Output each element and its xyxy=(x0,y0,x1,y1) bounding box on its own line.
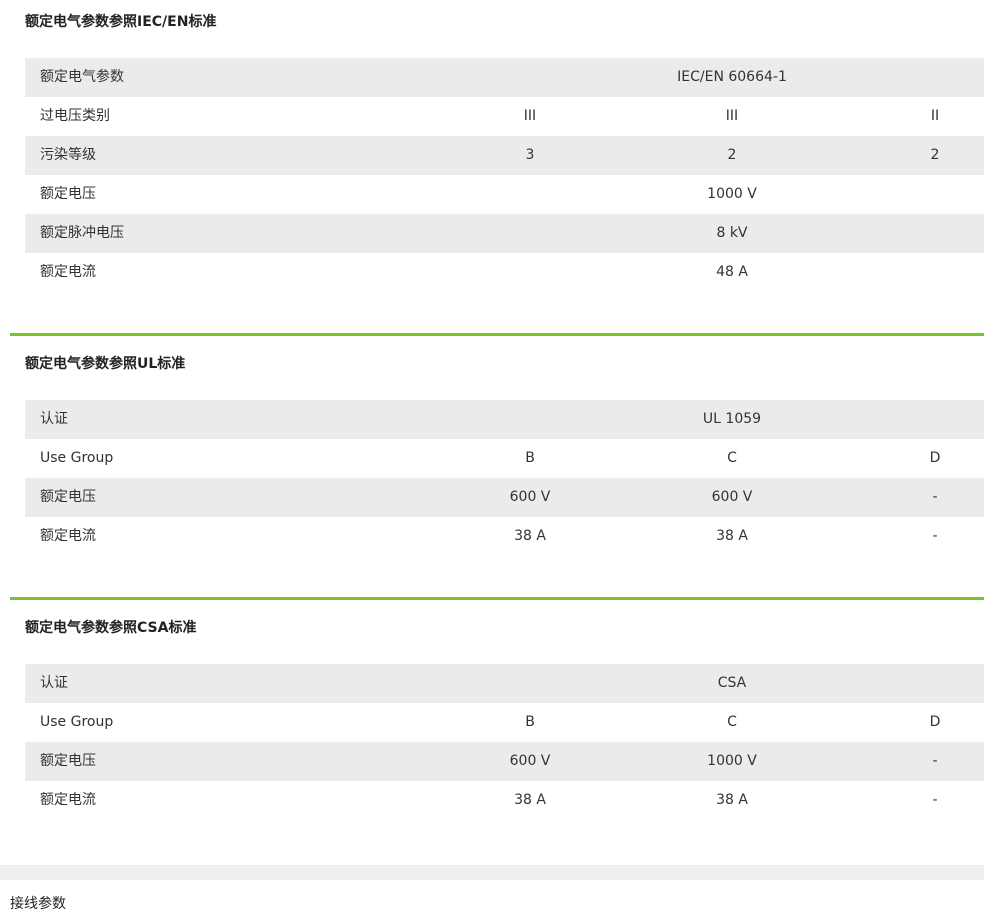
row-value-col3: - xyxy=(932,792,938,808)
row-value-col3: D xyxy=(929,450,941,466)
table-row: Use Group B C D xyxy=(25,439,984,478)
row-label: 认证 xyxy=(40,411,68,427)
table-row: 额定电压 600 V 600 V - xyxy=(25,478,984,517)
row-value-col1: 600 V xyxy=(509,753,551,769)
row-value-col2: 38 A xyxy=(716,528,748,544)
section-divider xyxy=(10,333,984,336)
row-value-col2: C xyxy=(727,450,737,466)
ul-section-title: 额定电气参数参照UL标准 xyxy=(25,356,186,372)
csa-spec-table: 认证 CSA Use Group B C D 额定电压 600 V 1000 V… xyxy=(25,664,984,820)
row-value-col3: 2 xyxy=(930,147,940,163)
row-value-col2: 600 V xyxy=(711,489,753,505)
row-value-col1: B xyxy=(525,450,535,466)
iec-spec-table: 额定电气参数 IEC/EN 60664-1 过电压类别 III III II 污… xyxy=(25,58,984,292)
table-row: 认证 CSA xyxy=(25,664,984,703)
row-label: 过电压类别 xyxy=(40,108,110,124)
row-label: Use Group xyxy=(40,450,114,466)
table-row: 额定电流 38 A 38 A - xyxy=(25,781,984,820)
section-separator-band xyxy=(0,865,984,880)
table-row: Use Group B C D xyxy=(25,703,984,742)
row-label: 额定电流 xyxy=(40,528,96,544)
row-value-col2: 2 xyxy=(727,147,737,163)
table-row: 认证 UL 1059 xyxy=(25,400,984,439)
row-label: 额定电压 xyxy=(40,753,96,769)
wiring-section-title[interactable]: 接线参数 xyxy=(10,893,66,913)
row-label: 额定电气参数 xyxy=(40,69,124,85)
row-value-col3: - xyxy=(932,528,938,544)
row-label: 认证 xyxy=(40,675,68,691)
row-label: 额定脉冲电压 xyxy=(40,225,124,241)
row-value-col2: 1000 V xyxy=(707,753,757,769)
csa-section-title: 额定电气参数参照CSA标准 xyxy=(25,620,197,636)
table-row: 额定电压 600 V 1000 V - xyxy=(25,742,984,781)
table-row: 额定电气参数 IEC/EN 60664-1 xyxy=(25,58,984,97)
row-value-col1: 3 xyxy=(525,147,535,163)
row-value-col1: B xyxy=(525,714,535,730)
row-value-col2: C xyxy=(727,714,737,730)
row-label: 额定电压 xyxy=(40,489,96,505)
row-label: 额定电流 xyxy=(40,264,96,280)
table-row: 额定脉冲电压 8 kV xyxy=(25,214,984,253)
row-value: IEC/EN 60664-1 xyxy=(677,69,787,85)
row-value: 1000 V xyxy=(707,186,757,202)
row-label: 额定电流 xyxy=(40,792,96,808)
row-label: 污染等级 xyxy=(40,147,96,163)
table-row: 过电压类别 III III II xyxy=(25,97,984,136)
table-row: 额定电流 38 A 38 A - xyxy=(25,517,984,556)
row-value-col2: 38 A xyxy=(716,792,748,808)
row-value: 48 A xyxy=(716,264,748,280)
table-row: 污染等级 3 2 2 xyxy=(25,136,984,175)
row-value-col3: - xyxy=(932,753,938,769)
row-value: 8 kV xyxy=(716,225,748,241)
section-divider xyxy=(10,597,984,600)
row-value-col3: II xyxy=(930,108,940,124)
row-value-col3: - xyxy=(932,489,938,505)
row-value-col1: 38 A xyxy=(514,792,546,808)
row-value-col1: 600 V xyxy=(509,489,551,505)
iec-section-title: 额定电气参数参照IEC/EN标准 xyxy=(25,14,217,30)
row-value-col2: III xyxy=(725,108,739,124)
row-value-col1: 38 A xyxy=(514,528,546,544)
row-label: Use Group xyxy=(40,714,114,730)
row-value: CSA xyxy=(717,675,747,691)
row-value-col3: D xyxy=(929,714,941,730)
table-row: 额定电流 48 A xyxy=(25,253,984,292)
row-value-col1: III xyxy=(523,108,537,124)
row-label: 额定电压 xyxy=(40,186,96,202)
ul-spec-table: 认证 UL 1059 Use Group B C D 额定电压 600 V 60… xyxy=(25,400,984,556)
row-value: UL 1059 xyxy=(702,411,762,427)
table-row: 额定电压 1000 V xyxy=(25,175,984,214)
